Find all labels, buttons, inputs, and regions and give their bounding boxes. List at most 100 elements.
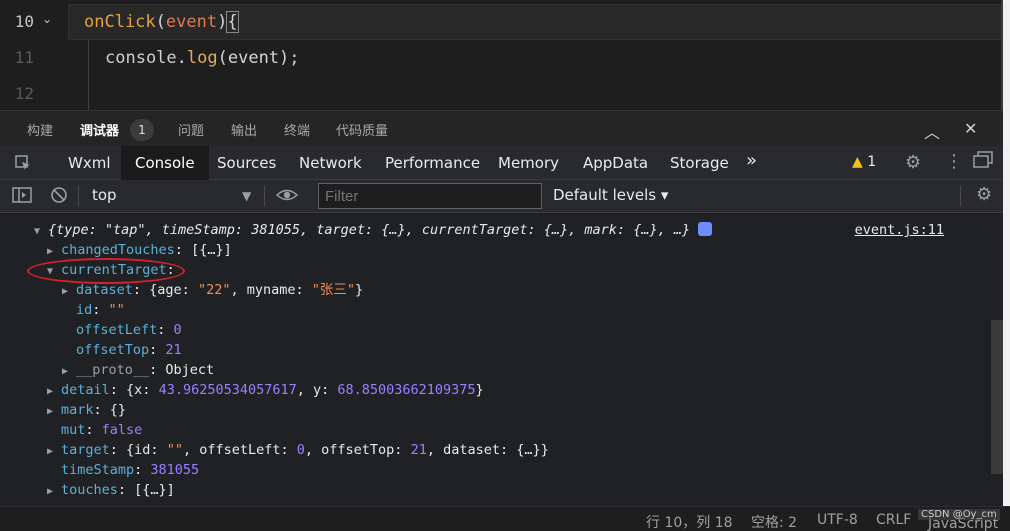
prop-value-part: , myname:	[230, 282, 312, 298]
dock-icon[interactable]	[973, 151, 993, 173]
prop-key: timeStamp	[61, 462, 135, 478]
prop-mark[interactable]: ▶ mark: {}	[47, 400, 126, 420]
matched-brace: {	[226, 11, 239, 33]
toolbar-divider	[78, 186, 79, 206]
collapsed-arrow-icon[interactable]: ▶	[47, 382, 61, 402]
prop-detail[interactable]: ▶ detail: {x: 43.96250534057617, y: 68.85…	[47, 380, 484, 400]
prop-target[interactable]: ▶ target: {id: "", offsetLeft: 0, offsetT…	[47, 440, 549, 460]
prop-proto[interactable]: ▶ __proto__: Object	[62, 360, 214, 380]
prop-offsetTop: offsetTop: 21	[76, 342, 182, 358]
collapsed-arrow-icon[interactable]: ▶	[47, 402, 61, 422]
prop-number: 0	[296, 442, 305, 458]
status-bar: 行 10，列 18 空格: 2 UTF-8 CRLF	[0, 506, 1010, 531]
prop-number: 43.96250534057617	[158, 382, 297, 398]
chevron-up-icon[interactable]: ︿	[924, 119, 940, 143]
prop-changedTouches[interactable]: ▶ changedTouches: [{…}]	[47, 240, 232, 260]
collapsed-arrow-icon[interactable]: ▶	[47, 482, 61, 502]
tab-build[interactable]: 构建	[27, 120, 53, 139]
prop-number: 21	[410, 442, 427, 458]
tab-code-quality[interactable]: 代码质量	[336, 120, 388, 139]
code-punct: )	[217, 12, 228, 32]
code-editor[interactable]: 10 ⌄ 11 12 onClick(event){ console.log(e…	[0, 0, 1010, 110]
inspect-element-icon[interactable]	[14, 154, 32, 176]
console-output: ▼ {type: "tap", timeStamp: 381055, target…	[0, 214, 1003, 506]
info-icon[interactable]	[698, 222, 713, 236]
more-tabs-icon[interactable]: »	[746, 150, 757, 171]
prop-number: 381055	[150, 462, 200, 478]
indent-guide	[88, 40, 89, 110]
tab-storage[interactable]: Storage	[656, 146, 743, 180]
prop-key: touches	[61, 482, 118, 498]
close-icon[interactable]: ✕	[964, 119, 977, 138]
tab-output[interactable]: 输出	[231, 120, 257, 139]
prop-offsetLeft: offsetLeft: 0	[76, 322, 182, 338]
prop-boolean: false	[101, 422, 143, 438]
collapsed-arrow-icon[interactable]: ▶	[62, 282, 76, 302]
tab-network[interactable]: Network	[285, 146, 376, 180]
clear-console-icon[interactable]	[50, 186, 68, 208]
filter-input[interactable]	[318, 183, 542, 209]
code-line-11[interactable]: console.log(event);	[105, 48, 300, 68]
window-edge	[1003, 0, 1010, 506]
prop-key: mut	[61, 422, 86, 438]
editor-gutter: 10 ⌄ 11 12	[0, 0, 62, 110]
console-settings-gear-icon[interactable]: ⚙	[976, 184, 992, 205]
tab-terminal[interactable]: 终端	[284, 120, 310, 139]
console-scrollbar[interactable]	[991, 320, 1003, 474]
function-name: onClick	[84, 12, 156, 32]
prop-mut: mut: false	[61, 422, 143, 438]
prop-value-part: {age:	[149, 282, 198, 298]
tab-appdata[interactable]: AppData	[569, 146, 662, 180]
tab-memory[interactable]: Memory	[484, 146, 573, 180]
warning-indicator[interactable]: ▲ 1	[852, 154, 876, 170]
prop-value-part: }	[355, 282, 364, 298]
tab-performance[interactable]: Performance	[371, 146, 494, 180]
cursor-position[interactable]: 行 10，列 18	[646, 512, 733, 531]
panel-tab-bar: 构建 调试器 1 问题 输出 终端 代码质量 ︿ ✕	[0, 110, 1003, 146]
code-line-10[interactable]: onClick(event){	[84, 11, 239, 33]
sidebar-toggle-icon[interactable]	[12, 186, 32, 208]
log-entry-event[interactable]: ▼ {type: "tap", timeStamp: 381055, target…	[34, 220, 994, 240]
tab-wxml[interactable]: Wxml	[54, 146, 125, 180]
warning-count: 1	[867, 154, 877, 170]
prop-touches[interactable]: ▶ touches: [{…}]	[47, 480, 175, 500]
source-link[interactable]: event.js:11	[855, 220, 944, 240]
prop-key: offsetLeft	[76, 322, 158, 338]
tab-sources[interactable]: Sources	[203, 146, 290, 180]
prop-key: detail	[61, 382, 110, 398]
line-number: 10	[14, 12, 34, 31]
prop-timeStamp: timeStamp: 381055	[61, 462, 200, 478]
expanded-arrow-icon[interactable]: ▼	[34, 222, 48, 242]
prop-value-part: {x:	[126, 382, 159, 398]
toolbar-divider	[960, 186, 961, 206]
collapsed-arrow-icon[interactable]: ▶	[62, 362, 76, 382]
warning-icon: ▲	[852, 154, 863, 170]
prop-string: ""	[108, 302, 125, 318]
log-levels-select[interactable]: Default levels ▾	[553, 186, 668, 204]
prop-dataset[interactable]: ▶ dataset: {age: "22", myname: "张三"}	[62, 280, 363, 300]
encoding[interactable]: UTF-8	[817, 512, 858, 528]
tab-problems[interactable]: 问题	[178, 120, 204, 139]
line-number: 11	[14, 48, 34, 67]
code-method: log	[186, 48, 218, 68]
prop-key: __proto__	[76, 362, 150, 378]
kebab-menu-icon[interactable]: ⋮	[945, 151, 963, 172]
code-punct: (	[155, 12, 166, 32]
line-ending[interactable]: CRLF	[876, 512, 911, 528]
prop-string: ""	[166, 442, 183, 458]
prop-value-part: , offsetLeft:	[182, 442, 297, 458]
code-punct: .	[176, 48, 187, 68]
prop-string: "张三"	[311, 282, 356, 298]
tab-console[interactable]: Console	[121, 146, 209, 180]
indentation[interactable]: 空格: 2	[751, 512, 797, 531]
object-summary: {type: "tap", timeStamp: 381055, target:…	[48, 222, 691, 238]
fold-chevron-icon[interactable]: ⌄	[42, 12, 52, 26]
chevron-down-icon[interactable]: ▼	[242, 189, 251, 203]
context-select[interactable]: top	[92, 186, 117, 204]
collapsed-arrow-icon[interactable]: ▶	[47, 442, 61, 462]
devtools-tab-bar: Wxml Console Sources Network Performance…	[0, 146, 1003, 180]
tab-debugger[interactable]: 调试器	[80, 120, 119, 139]
gear-icon[interactable]: ⚙	[905, 152, 921, 173]
collapsed-arrow-icon[interactable]: ▶	[47, 242, 61, 262]
eye-icon[interactable]	[275, 186, 299, 208]
